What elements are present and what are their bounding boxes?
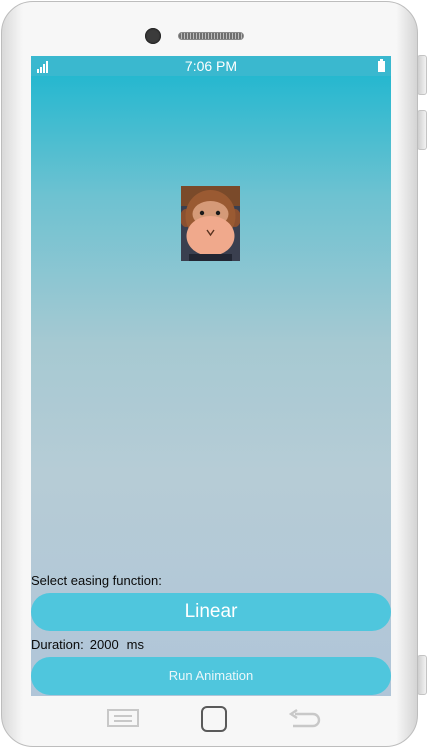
run-animation-button[interactable]: Run Animation [31, 657, 391, 695]
volume-up-button[interactable] [417, 55, 427, 95]
status-time: 7:06 PM [184, 58, 238, 74]
duration-row: Duration: 2000 ms [31, 637, 144, 652]
status-bar: 7:06 PM [31, 56, 391, 76]
front-camera [145, 28, 161, 44]
battery-icon [378, 59, 385, 72]
volume-down-button[interactable] [417, 110, 427, 150]
phone-device: 7:06 PM Select easing function: Linear D… [0, 0, 428, 752]
easing-function-selector[interactable]: Linear [31, 593, 391, 631]
power-button[interactable] [417, 655, 427, 695]
easing-function-label: Select easing function: [31, 573, 162, 588]
duration-unit: ms [126, 637, 145, 652]
app-screen: 7:06 PM Select easing function: Linear D… [31, 56, 391, 696]
home-icon[interactable] [199, 704, 229, 734]
back-icon[interactable] [287, 708, 323, 730]
earpiece-speaker [178, 32, 244, 40]
duration-input[interactable]: 2000 [90, 637, 119, 652]
menu-icon[interactable] [106, 708, 140, 728]
monkey-image [181, 186, 240, 261]
duration-label: Duration: [31, 637, 84, 652]
